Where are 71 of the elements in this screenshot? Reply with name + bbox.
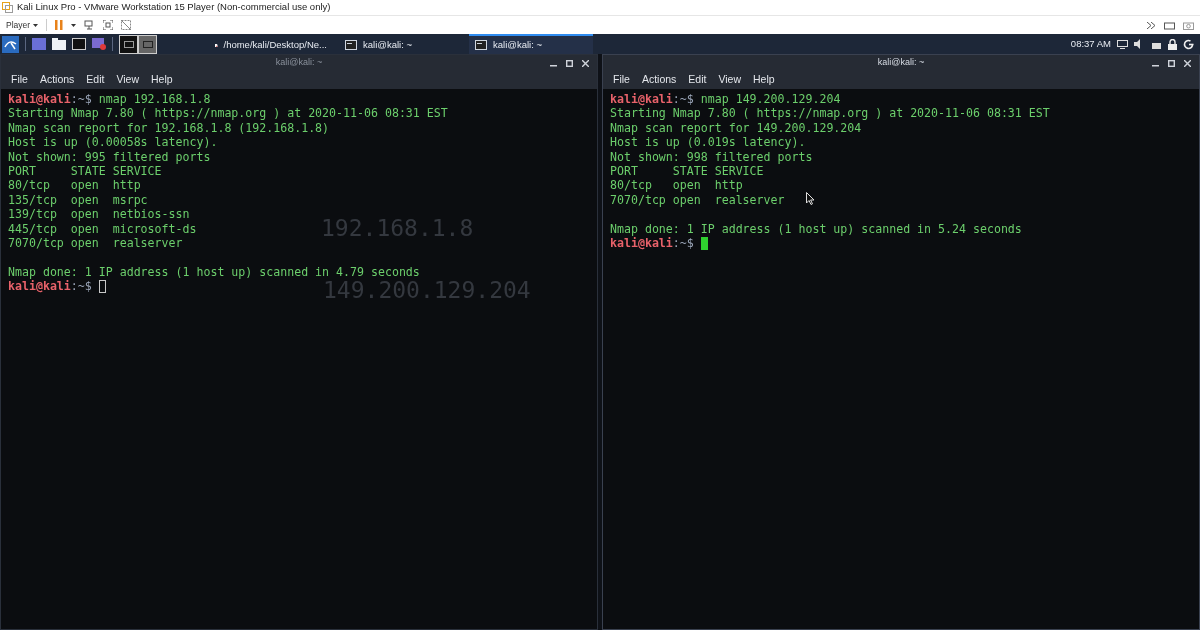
terminal-output-line: PORT STATE SERVICE: [610, 163, 764, 179]
menu-item[interactable]: Help: [151, 72, 173, 88]
drive-icon[interactable]: [1164, 20, 1175, 30]
terminal-output-line: 80/tcp open http: [610, 178, 743, 193]
terminal-output-line: Starting Nmap 7.80 ( https://nmap.org ) at 2020-11-06 08:31 EST: [8, 106, 448, 121]
terminal-output-line: Host is up (0.00058s latency).: [8, 135, 218, 150]
menu-item[interactable]: Edit: [688, 72, 707, 88]
terminal-output-line: Nmap done: 1 IP address (1 host up) scanned in 4.79 seconds: [8, 264, 420, 280]
prompt-user: kali@kali: [610, 92, 673, 107]
terminal-output-line: Nmap scan report for 149.200.129.204: [610, 120, 862, 136]
lock-icon[interactable]: [1168, 38, 1177, 50]
menu-item[interactable]: File: [613, 72, 630, 88]
player-menu-button[interactable]: Player: [6, 18, 39, 32]
unity-icon[interactable]: [121, 20, 132, 30]
taskbar-item[interactable]: kali@kali: ~: [469, 34, 593, 54]
taskbar-item[interactable]: kali@kali: ~: [339, 34, 463, 54]
browser-icon[interactable]: [92, 38, 106, 50]
menu-item[interactable]: View: [116, 72, 140, 88]
terminal-output-line: 139/tcp open netbios-ssn: [8, 207, 190, 222]
close-icon[interactable]: [1184, 59, 1191, 67]
prompt-user: kali@kali: [610, 235, 673, 251]
terminal-output-line: 445/tcp open microsoft-ds: [8, 221, 197, 236]
workspace-button[interactable]: [138, 34, 157, 54]
terminal-output-line: 7070/tcp open realserver: [610, 192, 785, 208]
menu-item[interactable]: Actions: [641, 72, 677, 88]
folder-icon[interactable]: [52, 38, 66, 50]
window-title: Kali Linux Pro - VMware Workstation 15 Player (Non-commercial use only): [17, 0, 331, 15]
close-icon[interactable]: [582, 59, 589, 67]
taskbar-item[interactable]: /home/kali/Desktop/Ne...: [209, 34, 333, 54]
terminal-icon[interactable]: [72, 38, 86, 50]
prompt-user: kali@kali: [8, 279, 71, 294]
prompt-path: :~$: [70, 279, 92, 294]
caret-icon[interactable]: [71, 23, 77, 27]
terminal-output-line: 7070/tcp open realserver: [8, 235, 183, 251]
prompt-path: :~$: [672, 92, 694, 107]
terminal-output-line: 135/tcp open msrpc: [8, 192, 148, 208]
mouse-pointer-icon: [806, 192, 815, 205]
menu-item[interactable]: File: [11, 72, 28, 88]
prompt-path: :~$: [70, 92, 92, 107]
menu-item[interactable]: Help: [753, 72, 775, 88]
command-text: nmap 192.168.1.8: [97, 92, 211, 107]
workspace-button[interactable]: [119, 34, 138, 54]
terminal-output-line: Nmap done: 1 IP address (1 host up) scanned in 5.24 seconds: [610, 221, 1022, 236]
terminal-output-line: Not shown: 998 filtered ports: [610, 149, 813, 164]
terminal-output-line: Nmap scan report for 192.168.1.8 (192.168.1.8): [8, 120, 330, 136]
menu-item[interactable]: Edit: [86, 72, 105, 88]
terminal-icon: [475, 40, 487, 50]
display-icon[interactable]: [1117, 39, 1128, 49]
clock: 08:37 AM: [1070, 36, 1111, 51]
maximize-icon[interactable]: [1168, 59, 1175, 67]
pause-icon[interactable]: [55, 20, 64, 30]
terminal-output-line: PORT STATE SERVICE: [8, 163, 162, 179]
menu-item[interactable]: Actions: [39, 72, 75, 88]
devices-icon[interactable]: [84, 20, 96, 30]
menu-item[interactable]: View: [718, 72, 742, 88]
prompt-path: :~$: [672, 235, 694, 251]
kali-menu-icon[interactable]: [2, 35, 19, 53]
app-logo-icon: [2, 2, 13, 13]
caret-icon: [33, 23, 39, 27]
terminal-output-line: Starting Nmap 7.80 ( https://nmap.org ) at 2020-11-06 08:31 EST: [610, 106, 1050, 121]
window-title: kali@kali: ~: [877, 56, 925, 70]
fullscreen-icon[interactable]: [103, 20, 114, 30]
maximize-icon[interactable]: [566, 59, 573, 67]
terminal-output-line: Not shown: 995 filtered ports: [8, 149, 211, 164]
prompt-user: kali@kali: [8, 92, 71, 107]
window-title: kali@kali: ~: [275, 56, 323, 70]
command-text: nmap 149.200.129.204: [699, 92, 841, 107]
chevron-icon[interactable]: [1147, 21, 1156, 29]
terminal-icon: [345, 40, 357, 50]
terminal-output-line: Host is up (0.019s latency).: [610, 135, 806, 150]
terminal-output-line: 80/tcp open http: [8, 178, 141, 193]
